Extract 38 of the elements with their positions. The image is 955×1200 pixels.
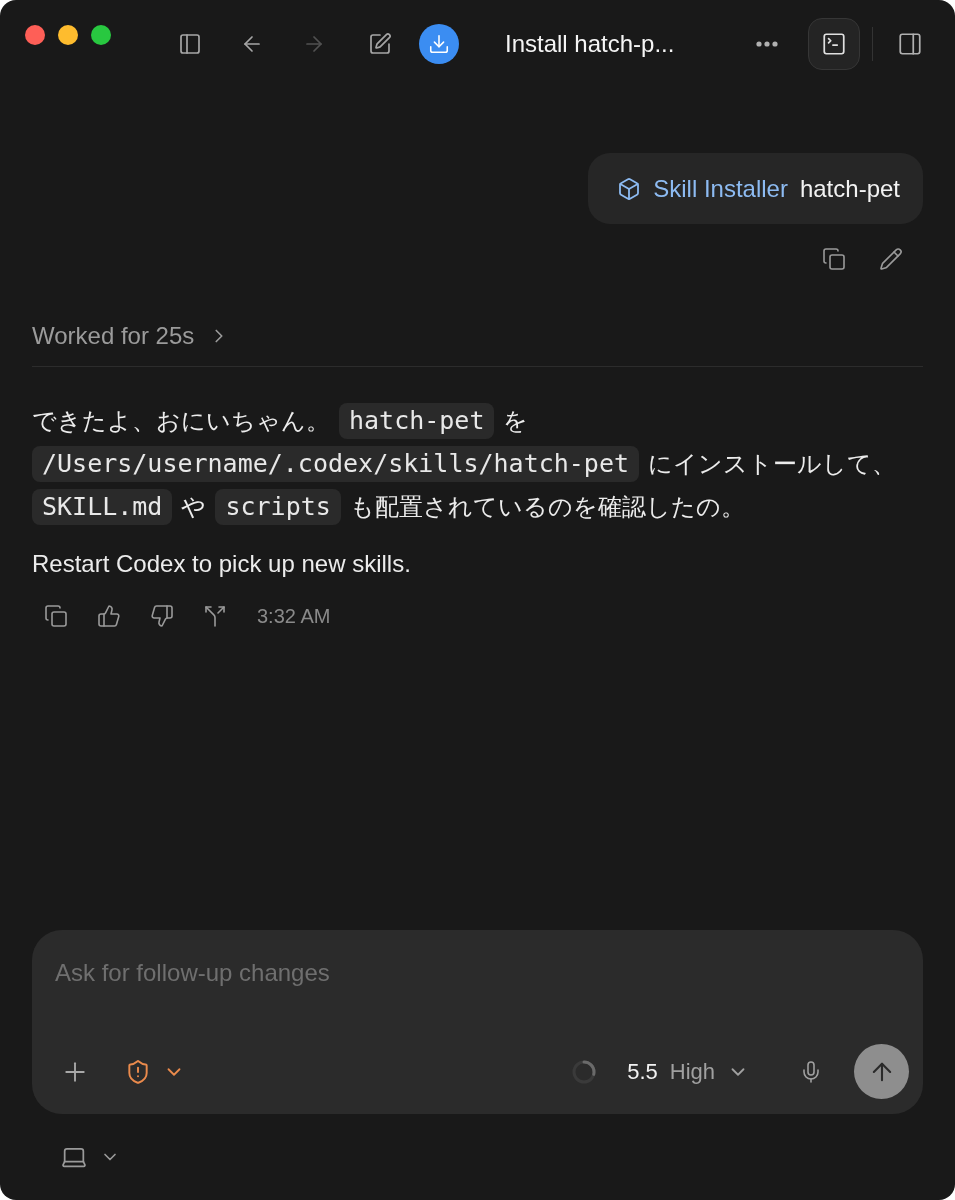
pencil-icon <box>879 247 903 271</box>
shield-alert-icon <box>125 1058 151 1085</box>
download-icon <box>428 33 450 55</box>
spinner-icon <box>572 1059 597 1084</box>
split-arrows-icon <box>203 604 227 628</box>
send-button[interactable] <box>854 1044 909 1099</box>
message-input[interactable]: Ask for follow-up changes <box>55 957 909 989</box>
inline-code: hatch-pet <box>339 402 495 439</box>
download-button[interactable] <box>419 24 459 64</box>
thumbs-down-icon <box>150 604 174 628</box>
message-time: 3:32 AM <box>257 604 331 629</box>
sidebar-icon <box>178 32 202 56</box>
message-text: を <box>503 405 529 436</box>
inline-code: scripts <box>215 488 341 525</box>
copy-icon <box>822 247 846 271</box>
inline-code: /Users/username/.codex/skills/hatch-pet <box>32 445 639 482</box>
message-text: Restart Codex to pick up new skills. <box>32 549 411 579</box>
work-summary-toggle[interactable]: Worked for 25s <box>32 320 231 352</box>
skill-name: Skill Installer <box>653 173 788 204</box>
model-selector[interactable]: 5.5 High <box>627 1056 749 1087</box>
message-text: にインストールして、 <box>648 448 896 479</box>
message-text: hatch-pet <box>799 173 900 204</box>
minimize-button[interactable] <box>58 25 78 45</box>
close-button[interactable] <box>25 25 45 45</box>
thumbs-up-icon <box>97 604 121 628</box>
copy-icon <box>44 604 68 628</box>
cube-icon <box>617 176 642 201</box>
inline-code: SKILL.md <box>32 488 173 525</box>
terminal-icon <box>821 31 847 57</box>
message-text: できたよ、おにいちゃん。 <box>32 405 330 436</box>
terminal-button[interactable] <box>808 18 860 70</box>
message-text: も配置されているのを確認したの。 <box>349 491 745 522</box>
ellipsis-icon <box>756 41 778 47</box>
zoom-button[interactable] <box>91 25 111 45</box>
right-panel-icon <box>897 31 923 57</box>
window-title: Install hatch-p... <box>505 29 675 59</box>
compose-icon <box>368 32 392 56</box>
message-text: や <box>181 491 207 522</box>
